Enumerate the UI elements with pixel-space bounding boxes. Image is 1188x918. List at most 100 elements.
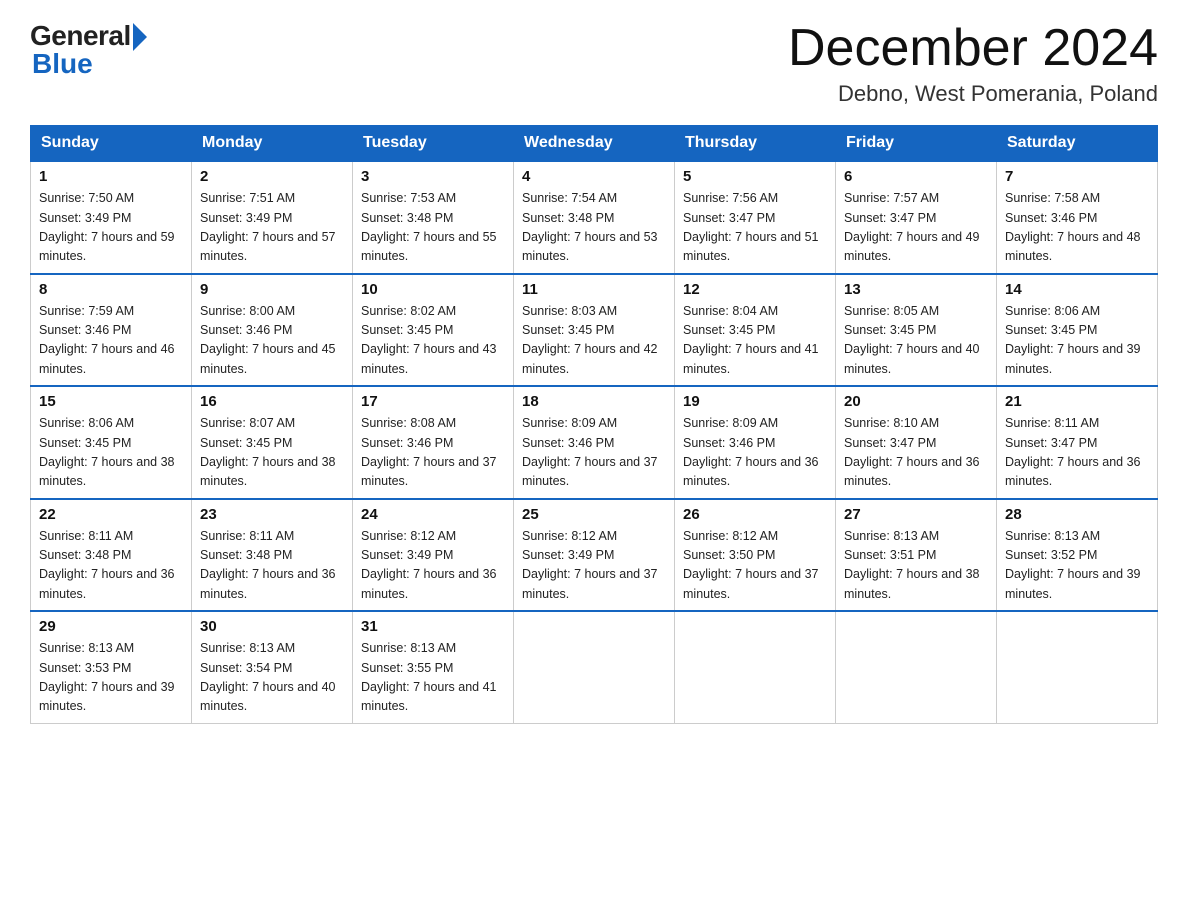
calendar-week-3: 15 Sunrise: 8:06 AMSunset: 3:45 PMDaylig… (31, 386, 1158, 499)
empty-day (514, 611, 675, 723)
day-info: Sunrise: 7:54 AMSunset: 3:48 PMDaylight:… (522, 189, 666, 267)
calendar-day-15: 15 Sunrise: 8:06 AMSunset: 3:45 PMDaylig… (31, 386, 192, 499)
day-number: 6 (844, 168, 988, 185)
calendar-day-22: 22 Sunrise: 8:11 AMSunset: 3:48 PMDaylig… (31, 499, 192, 612)
day-info: Sunrise: 8:09 AMSunset: 3:46 PMDaylight:… (522, 414, 666, 492)
day-number: 28 (1005, 506, 1149, 523)
day-info: Sunrise: 8:12 AMSunset: 3:49 PMDaylight:… (522, 527, 666, 605)
calendar-day-10: 10 Sunrise: 8:02 AMSunset: 3:45 PMDaylig… (353, 274, 514, 387)
calendar-day-4: 4 Sunrise: 7:54 AMSunset: 3:48 PMDayligh… (514, 161, 675, 274)
day-info: Sunrise: 8:07 AMSunset: 3:45 PMDaylight:… (200, 414, 344, 492)
calendar-day-29: 29 Sunrise: 8:13 AMSunset: 3:53 PMDaylig… (31, 611, 192, 723)
calendar-day-5: 5 Sunrise: 7:56 AMSunset: 3:47 PMDayligh… (675, 161, 836, 274)
logo-blue-text: Blue (30, 48, 93, 80)
calendar-week-2: 8 Sunrise: 7:59 AMSunset: 3:46 PMDayligh… (31, 274, 1158, 387)
day-number: 19 (683, 393, 827, 410)
calendar-day-6: 6 Sunrise: 7:57 AMSunset: 3:47 PMDayligh… (836, 161, 997, 274)
calendar-day-21: 21 Sunrise: 8:11 AMSunset: 3:47 PMDaylig… (997, 386, 1158, 499)
calendar-day-25: 25 Sunrise: 8:12 AMSunset: 3:49 PMDaylig… (514, 499, 675, 612)
day-number: 27 (844, 506, 988, 523)
calendar-day-23: 23 Sunrise: 8:11 AMSunset: 3:48 PMDaylig… (192, 499, 353, 612)
day-number: 17 (361, 393, 505, 410)
day-info: Sunrise: 8:12 AMSunset: 3:49 PMDaylight:… (361, 527, 505, 605)
day-header-wednesday: Wednesday (514, 126, 675, 162)
day-number: 9 (200, 281, 344, 298)
calendar-week-1: 1 Sunrise: 7:50 AMSunset: 3:49 PMDayligh… (31, 161, 1158, 274)
day-number: 24 (361, 506, 505, 523)
day-number: 15 (39, 393, 183, 410)
day-header-friday: Friday (836, 126, 997, 162)
calendar-table: SundayMondayTuesdayWednesdayThursdayFrid… (30, 125, 1158, 724)
day-info: Sunrise: 8:11 AMSunset: 3:48 PMDaylight:… (39, 527, 183, 605)
day-info: Sunrise: 7:53 AMSunset: 3:48 PMDaylight:… (361, 189, 505, 267)
calendar-day-2: 2 Sunrise: 7:51 AMSunset: 3:49 PMDayligh… (192, 161, 353, 274)
calendar-body: 1 Sunrise: 7:50 AMSunset: 3:49 PMDayligh… (31, 161, 1158, 723)
day-header-tuesday: Tuesday (353, 126, 514, 162)
day-info: Sunrise: 8:05 AMSunset: 3:45 PMDaylight:… (844, 302, 988, 380)
month-title: December 2024 (788, 20, 1158, 77)
title-block: December 2024 Debno, West Pomerania, Pol… (788, 20, 1158, 107)
day-number: 3 (361, 168, 505, 185)
empty-day (675, 611, 836, 723)
day-number: 2 (200, 168, 344, 185)
calendar-day-11: 11 Sunrise: 8:03 AMSunset: 3:45 PMDaylig… (514, 274, 675, 387)
empty-day (836, 611, 997, 723)
day-info: Sunrise: 8:11 AMSunset: 3:48 PMDaylight:… (200, 527, 344, 605)
day-number: 14 (1005, 281, 1149, 298)
calendar-day-19: 19 Sunrise: 8:09 AMSunset: 3:46 PMDaylig… (675, 386, 836, 499)
day-info: Sunrise: 8:06 AMSunset: 3:45 PMDaylight:… (39, 414, 183, 492)
day-info: Sunrise: 7:56 AMSunset: 3:47 PMDaylight:… (683, 189, 827, 267)
day-info: Sunrise: 8:03 AMSunset: 3:45 PMDaylight:… (522, 302, 666, 380)
calendar-day-14: 14 Sunrise: 8:06 AMSunset: 3:45 PMDaylig… (997, 274, 1158, 387)
day-info: Sunrise: 8:12 AMSunset: 3:50 PMDaylight:… (683, 527, 827, 605)
calendar-day-31: 31 Sunrise: 8:13 AMSunset: 3:55 PMDaylig… (353, 611, 514, 723)
day-number: 29 (39, 618, 183, 635)
day-number: 5 (683, 168, 827, 185)
day-info: Sunrise: 8:04 AMSunset: 3:45 PMDaylight:… (683, 302, 827, 380)
calendar-day-16: 16 Sunrise: 8:07 AMSunset: 3:45 PMDaylig… (192, 386, 353, 499)
calendar-week-5: 29 Sunrise: 8:13 AMSunset: 3:53 PMDaylig… (31, 611, 1158, 723)
day-header-sunday: Sunday (31, 126, 192, 162)
calendar-day-7: 7 Sunrise: 7:58 AMSunset: 3:46 PMDayligh… (997, 161, 1158, 274)
calendar-day-3: 3 Sunrise: 7:53 AMSunset: 3:48 PMDayligh… (353, 161, 514, 274)
calendar-day-13: 13 Sunrise: 8:05 AMSunset: 3:45 PMDaylig… (836, 274, 997, 387)
day-info: Sunrise: 7:50 AMSunset: 3:49 PMDaylight:… (39, 189, 183, 267)
day-number: 11 (522, 281, 666, 298)
day-number: 26 (683, 506, 827, 523)
calendar-day-9: 9 Sunrise: 8:00 AMSunset: 3:46 PMDayligh… (192, 274, 353, 387)
day-info: Sunrise: 8:09 AMSunset: 3:46 PMDaylight:… (683, 414, 827, 492)
day-info: Sunrise: 7:59 AMSunset: 3:46 PMDaylight:… (39, 302, 183, 380)
day-info: Sunrise: 8:00 AMSunset: 3:46 PMDaylight:… (200, 302, 344, 380)
calendar-day-20: 20 Sunrise: 8:10 AMSunset: 3:47 PMDaylig… (836, 386, 997, 499)
day-number: 30 (200, 618, 344, 635)
empty-day (997, 611, 1158, 723)
day-number: 1 (39, 168, 183, 185)
logo: General Blue (30, 20, 147, 80)
day-info: Sunrise: 8:08 AMSunset: 3:46 PMDaylight:… (361, 414, 505, 492)
day-info: Sunrise: 8:13 AMSunset: 3:52 PMDaylight:… (1005, 527, 1149, 605)
calendar-day-18: 18 Sunrise: 8:09 AMSunset: 3:46 PMDaylig… (514, 386, 675, 499)
calendar-day-17: 17 Sunrise: 8:08 AMSunset: 3:46 PMDaylig… (353, 386, 514, 499)
day-info: Sunrise: 8:06 AMSunset: 3:45 PMDaylight:… (1005, 302, 1149, 380)
day-header-monday: Monday (192, 126, 353, 162)
day-info: Sunrise: 8:13 AMSunset: 3:53 PMDaylight:… (39, 639, 183, 717)
calendar-day-26: 26 Sunrise: 8:12 AMSunset: 3:50 PMDaylig… (675, 499, 836, 612)
calendar-day-24: 24 Sunrise: 8:12 AMSunset: 3:49 PMDaylig… (353, 499, 514, 612)
day-number: 21 (1005, 393, 1149, 410)
day-info: Sunrise: 8:02 AMSunset: 3:45 PMDaylight:… (361, 302, 505, 380)
day-info: Sunrise: 8:13 AMSunset: 3:54 PMDaylight:… (200, 639, 344, 717)
day-number: 8 (39, 281, 183, 298)
day-info: Sunrise: 7:57 AMSunset: 3:47 PMDaylight:… (844, 189, 988, 267)
calendar-header: SundayMondayTuesdayWednesdayThursdayFrid… (31, 126, 1158, 162)
day-number: 20 (844, 393, 988, 410)
day-number: 12 (683, 281, 827, 298)
calendar-day-30: 30 Sunrise: 8:13 AMSunset: 3:54 PMDaylig… (192, 611, 353, 723)
day-number: 23 (200, 506, 344, 523)
day-info: Sunrise: 8:10 AMSunset: 3:47 PMDaylight:… (844, 414, 988, 492)
calendar-day-8: 8 Sunrise: 7:59 AMSunset: 3:46 PMDayligh… (31, 274, 192, 387)
day-info: Sunrise: 8:13 AMSunset: 3:55 PMDaylight:… (361, 639, 505, 717)
day-number: 25 (522, 506, 666, 523)
calendar-day-1: 1 Sunrise: 7:50 AMSunset: 3:49 PMDayligh… (31, 161, 192, 274)
day-number: 31 (361, 618, 505, 635)
location: Debno, West Pomerania, Poland (788, 81, 1158, 107)
